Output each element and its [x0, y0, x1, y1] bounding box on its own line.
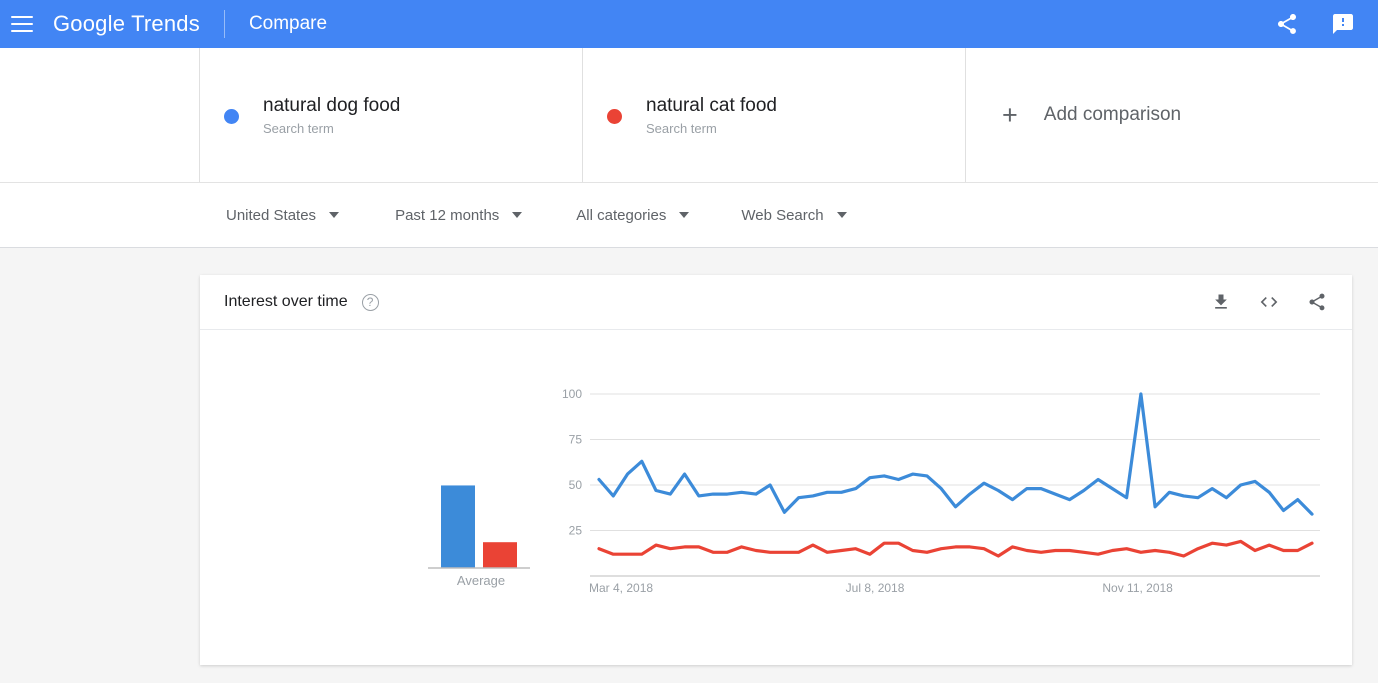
- add-comparison-label: Add comparison: [1043, 104, 1182, 125]
- svg-text:Jul 8, 2018: Jul 8, 2018: [846, 581, 905, 595]
- plus-icon: +: [1002, 99, 1018, 130]
- series-color-dot-blue: [224, 108, 239, 124]
- svg-text:Average: Average: [457, 573, 505, 588]
- interest-over-time-card: Interest over time ? 25 50 75 100 Mar 4,…: [200, 275, 1352, 665]
- search-type-filter[interactable]: Web Search: [741, 206, 847, 224]
- chevron-down-icon: [836, 212, 847, 218]
- interest-over-time-chart[interactable]: 25 50 75 100 Mar 4, 2018 Jul 8, 2018 Nov 11, …: [200, 330, 1352, 664]
- comparison-type-0: Search term: [263, 121, 334, 136]
- appbar-actions: [1274, 11, 1378, 37]
- hamburger-menu-icon[interactable]: [11, 16, 33, 32]
- svg-text:100: 100: [562, 387, 582, 401]
- help-icon[interactable]: ?: [361, 293, 379, 311]
- brand-trends-text: Trends: [131, 11, 200, 36]
- share-icon[interactable]: [1306, 291, 1328, 313]
- comparison-item-1[interactable]: natural cat food Search term: [583, 48, 966, 182]
- svg-text:25: 25: [569, 524, 583, 538]
- svg-text:50: 50: [569, 478, 583, 492]
- chevron-down-icon: [329, 212, 340, 218]
- card-actions: [1210, 291, 1328, 313]
- feedback-icon[interactable]: [1330, 11, 1356, 37]
- appbar-divider: [223, 10, 225, 38]
- add-comparison-button[interactable]: + Add comparison: [966, 48, 1378, 182]
- time-filter[interactable]: Past 12 months: [395, 206, 523, 224]
- search-type-filter-label: Web Search: [741, 206, 824, 224]
- download-icon[interactable]: [1210, 291, 1232, 313]
- category-filter-label: All categories: [576, 206, 667, 224]
- app-bar: Google Trends Compare: [0, 0, 1378, 48]
- chart-plot-area: 25 50 75 100 Mar 4, 2018 Jul 8, 2018 Nov 11, …: [200, 330, 1352, 664]
- time-filter-label: Past 12 months: [395, 206, 500, 224]
- chevron-down-icon: [512, 212, 523, 218]
- brand-google-text: Google: [53, 11, 126, 36]
- share-icon[interactable]: [1274, 11, 1300, 37]
- average-bar-panel: Average: [428, 485, 530, 588]
- series-color-dot-red: [607, 108, 622, 124]
- filter-bar: United States Past 12 months All categor…: [0, 183, 1378, 248]
- svg-text:Nov 11, 2018: Nov 11, 2018: [1102, 581, 1173, 595]
- category-filter[interactable]: All categories: [576, 206, 690, 224]
- comparison-type-1: Search term: [646, 121, 717, 136]
- page-title: Interest over time: [224, 293, 348, 310]
- location-filter[interactable]: United States: [226, 206, 340, 224]
- comparison-term-0: natural dog food: [263, 95, 401, 116]
- comparison-left-spacer: [0, 48, 200, 182]
- comparison-term-1: natural cat food: [646, 95, 777, 116]
- embed-code-icon[interactable]: [1258, 291, 1280, 313]
- chevron-down-icon: [679, 212, 690, 218]
- chart-xtick-labels: Mar 4, 2018 Jul 8, 2018 Nov 11, 2018: [589, 581, 1173, 595]
- compare-nav-link[interactable]: Compare: [249, 13, 327, 35]
- svg-text:75: 75: [569, 433, 583, 447]
- location-filter-label: United States: [226, 206, 317, 224]
- svg-text:Mar 4, 2018: Mar 4, 2018: [589, 581, 653, 595]
- chart-ytick-labels: 25 50 75 100: [562, 387, 582, 538]
- comparison-item-0[interactable]: natural dog food Search term: [200, 48, 583, 182]
- brand-logo[interactable]: Google Trends: [53, 11, 200, 37]
- chart-series-lines: [597, 392, 1314, 558]
- comparison-row: natural dog food Search term natural cat…: [0, 48, 1378, 183]
- card-header: Interest over time ?: [200, 275, 1352, 330]
